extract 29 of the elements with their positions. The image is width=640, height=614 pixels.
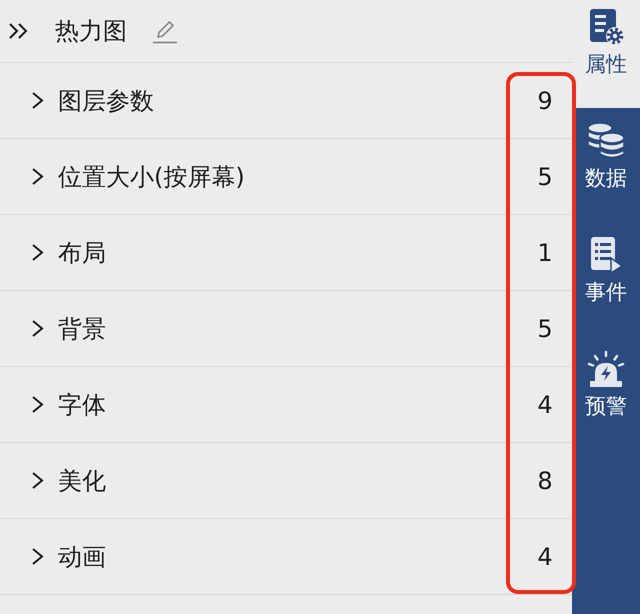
section-count: 8 bbox=[536, 468, 554, 492]
document-list-icon bbox=[588, 236, 624, 274]
section-count: 5 bbox=[536, 316, 554, 340]
double-chevron-icon[interactable] bbox=[8, 22, 28, 40]
section-count: 1 bbox=[536, 240, 554, 264]
database-icon bbox=[586, 122, 626, 160]
section-label: 美化 bbox=[58, 468, 106, 492]
section-label: 图层参数 bbox=[58, 88, 154, 112]
section-label: 字体 bbox=[58, 392, 106, 416]
section-count: 9 bbox=[536, 88, 554, 112]
section-count: 4 bbox=[536, 392, 554, 416]
section-row[interactable]: 布局 1 bbox=[0, 215, 572, 291]
edit-icon[interactable] bbox=[152, 18, 178, 44]
section-count: 4 bbox=[536, 544, 554, 568]
section-label: 背景 bbox=[58, 316, 106, 340]
section-label: 布局 bbox=[58, 240, 106, 264]
section-row[interactable]: 图层参数 9 bbox=[0, 63, 572, 139]
section-label: 动画 bbox=[58, 544, 106, 568]
section-row[interactable]: 字体 4 bbox=[0, 367, 572, 443]
section-count: 5 bbox=[536, 164, 554, 188]
section-row[interactable]: 背景 5 bbox=[0, 291, 572, 367]
panel-title: 热力图 bbox=[55, 19, 127, 43]
section-row[interactable]: 位置大小(按屏幕) 5 bbox=[0, 139, 572, 215]
section-row[interactable]: 动画 4 bbox=[0, 519, 572, 595]
sidebar-tab[interactable]: 属性 bbox=[572, 0, 640, 108]
document-gear-icon bbox=[587, 8, 625, 46]
section-row[interactable]: 美化 8 bbox=[0, 443, 572, 519]
alarm-light-icon bbox=[586, 350, 626, 388]
section-label: 位置大小(按屏幕) bbox=[58, 164, 245, 188]
